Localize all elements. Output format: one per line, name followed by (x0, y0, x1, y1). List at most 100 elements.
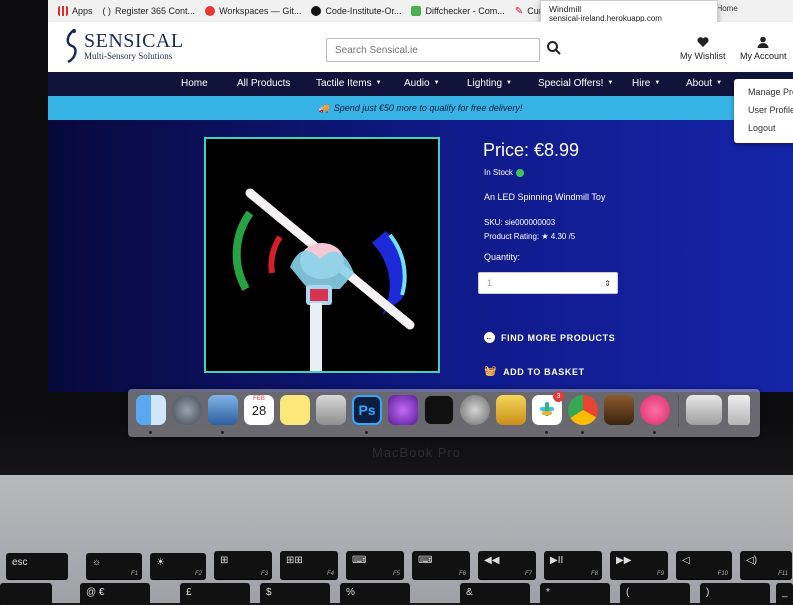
key-f11[interactable]: ◁) F11 (740, 551, 792, 579)
nav-label: Lighting (467, 78, 503, 89)
bookmark-code-institute[interactable]: Code-Institute-Or... (311, 6, 401, 16)
stock-label: In Stock (484, 168, 513, 177)
quantity-select[interactable]: 1 ⇕ (478, 272, 618, 294)
key-f7[interactable]: ◀◀ F7 (478, 551, 536, 579)
system-preferences-icon[interactable] (460, 395, 490, 425)
dropdown-manage-products[interactable]: Manage Pro (734, 83, 793, 101)
tooltip-title: Windmill (549, 4, 582, 14)
key-row2-3[interactable]: £ (180, 583, 250, 605)
key-f2[interactable]: ☀ F2 (150, 553, 206, 579)
heart-icon (697, 37, 709, 47)
photoshop-icon[interactable]: Ps (352, 395, 382, 425)
key-label: % (346, 587, 355, 598)
apps-grid-icon (58, 6, 68, 16)
star-icon: ★ (541, 232, 549, 241)
key-fn-label: F10 (717, 571, 728, 577)
key-row2-9[interactable]: ) (700, 583, 770, 605)
product-name: An LED Spinning Windmill Toy (484, 192, 606, 202)
downloads-stack-icon[interactable] (686, 395, 722, 425)
key-label: * (546, 587, 550, 598)
nav-audio[interactable]: Audio ▼ (404, 78, 440, 89)
key-fn-label: F9 (656, 571, 664, 577)
nav-tactile-items[interactable]: Tactile Items ▼ (316, 78, 382, 89)
disk-utility-icon[interactable] (424, 395, 454, 425)
notes-icon[interactable] (280, 395, 310, 425)
running-indicator (221, 431, 224, 434)
site-logo[interactable]: SENSICAL Multi-Sensory Solutions (62, 28, 184, 64)
nav-about[interactable]: About ▼ (686, 78, 722, 89)
key-label: $ (266, 587, 272, 598)
banner-text: Spend just €50 more to qualify for free … (333, 103, 523, 113)
find-more-label: FIND MORE PRODUCTS (501, 332, 616, 343)
bookmark-diffchecker[interactable]: Diffchecker - Com... (411, 6, 505, 16)
launchpad-icon[interactable] (172, 395, 202, 425)
bookmark-workspaces[interactable]: Workspaces — Git... (205, 6, 301, 16)
gitpod-icon (205, 6, 216, 16)
key-row2-1[interactable] (0, 583, 52, 605)
key-label: ◁ (682, 555, 690, 566)
key-row2-7[interactable]: * (540, 583, 610, 605)
key-f4[interactable]: ⊞⊞ F4 (280, 551, 338, 579)
key-row2-5[interactable]: % (340, 583, 410, 605)
key-f6[interactable]: ⌨ F6 (412, 551, 470, 579)
imovie-icon[interactable] (388, 395, 418, 425)
account-link[interactable]: My Account (740, 36, 787, 61)
chrome-icon[interactable] (568, 395, 598, 425)
account-label: My Account (740, 51, 787, 61)
brackets-icon: ( ) (102, 6, 112, 16)
key-f9[interactable]: ▶▶ F9 (610, 551, 668, 579)
calendar-day: 28 (251, 403, 267, 418)
search-icon[interactable] (546, 40, 562, 56)
nav-lighting[interactable]: Lighting ▼ (467, 78, 512, 89)
logo-subtitle: Multi-Sensory Solutions (84, 50, 173, 61)
bookmark-register-365[interactable]: ( ) Register 365 Cont... (103, 6, 196, 16)
stickies-icon[interactable] (496, 395, 526, 425)
key-label: ⌨ (418, 555, 433, 566)
garageband-icon[interactable] (604, 395, 634, 425)
itunes-icon[interactable] (640, 395, 670, 425)
nav-label: Audio (404, 78, 430, 89)
nav-special-offers[interactable]: Special Offers! ▼ (538, 78, 613, 89)
find-more-products-button[interactable]: ← FIND MORE PRODUCTS (484, 332, 615, 343)
key-row2-4[interactable]: $ (260, 583, 330, 605)
slack-badge: 3 (553, 391, 564, 402)
calendar-icon[interactable]: FEB 28 (244, 395, 274, 425)
basket-icon: 🧺 (484, 366, 498, 377)
trash-icon[interactable] (728, 395, 750, 425)
key-label: ▶▶ (616, 555, 632, 566)
nav-label: Home (181, 78, 208, 89)
search-input[interactable] (326, 38, 540, 62)
key-label: & (466, 587, 473, 598)
bookmark-label: Diffchecker - Com... (425, 6, 505, 16)
dropdown-logout[interactable]: Logout (734, 119, 793, 137)
key-esc[interactable]: esc (6, 553, 68, 579)
dropdown-user-profile[interactable]: User Profile (734, 101, 793, 119)
key-fn-label: F8 (590, 571, 598, 577)
caret-down-icon: ▼ (506, 80, 512, 87)
finder-icon[interactable] (136, 395, 166, 425)
key-f8[interactable]: ▶II F8 (544, 551, 602, 579)
key-f10[interactable]: ◁ F10 (676, 551, 732, 579)
nav-hire[interactable]: Hire ▼ (632, 78, 660, 89)
key-label: @ € (86, 587, 105, 598)
bookmark-apps[interactable]: Apps (58, 6, 93, 16)
nav-home[interactable]: Home (181, 78, 208, 89)
add-to-basket-button[interactable]: 🧺 ADD TO BASKET (484, 366, 585, 377)
nav-all-products[interactable]: All Products (237, 78, 290, 89)
key-f3[interactable]: ⊞ F3 (214, 551, 272, 579)
photoshop-label: Ps (358, 402, 376, 418)
key-row2-10[interactable]: _ (776, 583, 793, 605)
caret-down-icon: ▼ (433, 80, 440, 87)
nav-label: Tactile Items (316, 78, 372, 89)
product-image (204, 137, 440, 373)
keyboard-app-icon[interactable] (316, 395, 346, 425)
key-row2-2[interactable]: @ € (80, 583, 150, 605)
wishlist-link[interactable]: My Wishlist (680, 36, 726, 61)
key-f5[interactable]: ⌨ F5 (346, 551, 404, 579)
product-sku: SKU: sie000000003 (484, 218, 556, 227)
key-row2-6[interactable]: & (460, 583, 530, 605)
stock-status: In Stock (484, 168, 524, 177)
preview-icon[interactable] (208, 395, 238, 425)
key-f1[interactable]: ☼ F1 (86, 553, 142, 579)
key-row2-8[interactable]: ( (620, 583, 690, 605)
